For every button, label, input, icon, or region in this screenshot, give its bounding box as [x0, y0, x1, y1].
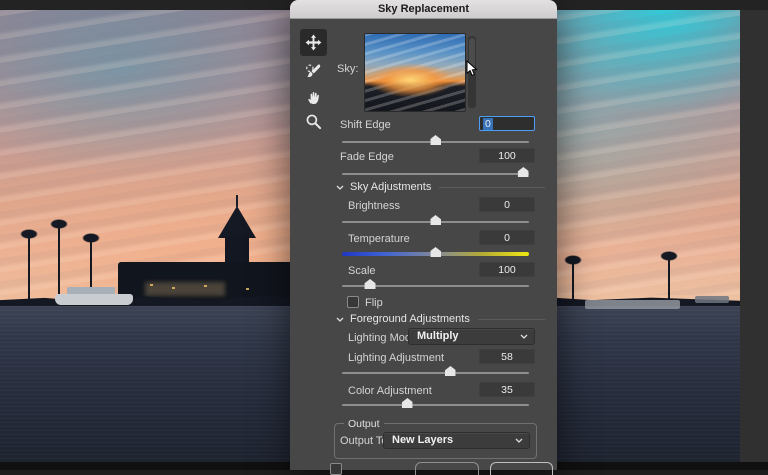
ok-button-partial[interactable] [490, 462, 553, 475]
output-group: Output Output To: New Layers [334, 423, 537, 459]
dialog-titlebar[interactable]: Sky Replacement [290, 0, 557, 19]
slider-track[interactable] [342, 173, 529, 175]
photo-window-light [204, 285, 207, 287]
sky-thumbnail-image [365, 34, 465, 111]
move-tool-button[interactable] [300, 29, 327, 56]
dialog-title: Sky Replacement [378, 3, 469, 15]
brightness-input[interactable]: 0 [479, 197, 535, 212]
photo-palm-tree [668, 258, 670, 302]
scale-label: Scale [348, 265, 376, 277]
zoom-tool-button[interactable] [300, 108, 327, 135]
photo-palm-tree [28, 236, 30, 300]
sky-brush-tool-button[interactable] [300, 58, 327, 85]
shift-edge-slider[interactable] [342, 137, 529, 147]
slider-thumb[interactable] [445, 366, 456, 376]
cursor-pointer [466, 60, 478, 83]
sky-thumbnail[interactable] [364, 33, 466, 112]
slider-thumb[interactable] [430, 135, 441, 145]
lighting-mode-value: Multiply [417, 330, 459, 342]
slider-thumb[interactable] [518, 167, 529, 177]
temperature-slider[interactable] [342, 249, 529, 259]
slider-thumb[interactable] [365, 279, 376, 289]
foreground-adjustments-title: Foreground Adjustments [350, 313, 470, 325]
chevron-down-icon [515, 438, 523, 443]
move-icon [305, 34, 322, 51]
hand-tool-button[interactable] [300, 84, 327, 111]
cancel-button-partial[interactable] [415, 462, 479, 475]
sky-brush-icon [305, 63, 322, 80]
shift-edge-input[interactable]: 0 [479, 116, 535, 131]
magnifier-icon [305, 113, 322, 130]
lighting-adjustment-input[interactable]: 58 [479, 349, 535, 364]
color-adjustment-input[interactable]: 35 [479, 382, 535, 397]
sky-replacement-dialog: Sky Replacement Sky: Shift Edge 0 [290, 0, 557, 470]
lighting-mode-select[interactable]: Multiply [408, 328, 535, 345]
photo-boat [55, 294, 133, 305]
hand-icon [306, 90, 322, 106]
photo-boat [695, 296, 729, 303]
slider-track[interactable] [342, 404, 529, 406]
output-to-select[interactable]: New Layers [383, 432, 530, 449]
flip-label: Flip [365, 297, 383, 309]
scale-slider[interactable] [342, 281, 529, 291]
sky-label: Sky: [337, 63, 358, 75]
brightness-slider[interactable] [342, 217, 529, 227]
photo-window-light [246, 288, 249, 290]
fade-edge-label: Fade Edge [340, 151, 394, 163]
photo-flagpole [236, 195, 238, 207]
fade-edge-slider[interactable] [342, 169, 529, 179]
photo-building-lights [145, 282, 225, 296]
slider-track[interactable] [342, 372, 529, 374]
lighting-adjustment-slider[interactable] [342, 368, 529, 378]
fade-edge-input[interactable]: 100 [479, 148, 535, 163]
color-adjustment-label: Color Adjustment [348, 385, 432, 397]
slider-thumb[interactable] [430, 215, 441, 225]
color-adjustment-slider[interactable] [342, 400, 529, 410]
preview-checkbox-partial[interactable] [330, 463, 342, 475]
right-panel-strip [740, 10, 768, 462]
flip-checkbox[interactable] [347, 296, 359, 308]
temperature-input[interactable]: 0 [479, 230, 535, 245]
temperature-label: Temperature [348, 233, 410, 245]
sky-adjustments-title: Sky Adjustments [350, 181, 431, 193]
photo-boat [585, 300, 680, 309]
photo-window-light [172, 287, 175, 289]
chevron-down-icon [520, 334, 528, 339]
lighting-adjustment-label: Lighting Adjustment [348, 352, 444, 364]
brightness-label: Brightness [348, 200, 400, 212]
shift-edge-value: 0 [483, 118, 493, 130]
photo-palm-tree [572, 262, 574, 302]
slider-thumb[interactable] [402, 398, 413, 408]
foreground-adjustments-header[interactable]: Foreground Adjustments [336, 313, 545, 325]
chevron-down-icon [336, 317, 344, 322]
chevron-down-icon [336, 185, 344, 190]
sky-adjustments-header[interactable]: Sky Adjustments [336, 181, 545, 193]
output-to-value: New Layers [392, 434, 453, 446]
slider-thumb[interactable] [430, 247, 441, 257]
shift-edge-label: Shift Edge [340, 119, 391, 131]
photo-window-light [150, 284, 153, 286]
scale-input[interactable]: 100 [479, 262, 535, 277]
photo-palm-tree [58, 226, 60, 300]
output-legend: Output [344, 418, 384, 430]
